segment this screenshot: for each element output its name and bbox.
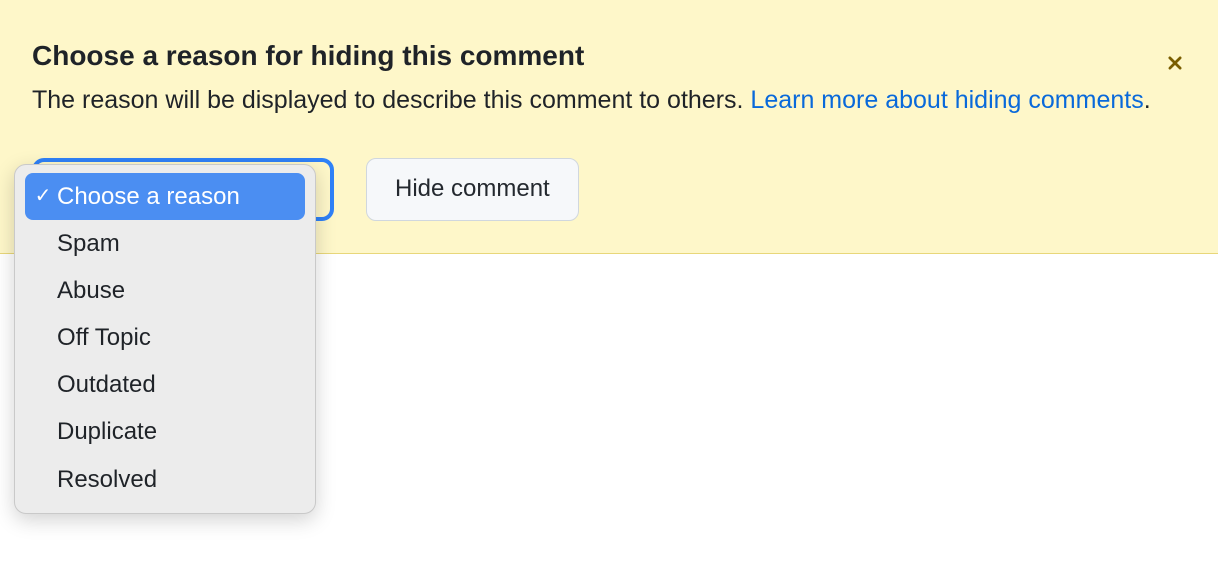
close-icon[interactable] xyxy=(1164,52,1186,74)
reason-select[interactable]: ✓ Choose a reason ✓ Spam ✓ Abuse ✓ Off T… xyxy=(32,158,334,221)
dropdown-option-outdated[interactable]: ✓ Outdated xyxy=(25,361,305,408)
dropdown-option-label: Outdated xyxy=(57,369,156,400)
dropdown-option-off-topic[interactable]: ✓ Off Topic xyxy=(25,314,305,361)
controls-row: ✓ Choose a reason ✓ Spam ✓ Abuse ✓ Off T… xyxy=(32,158,1186,221)
dropdown-option-label: Abuse xyxy=(57,275,125,306)
check-icon: ✓ xyxy=(29,183,57,209)
banner-subtitle: The reason will be displayed to describe… xyxy=(32,82,1186,120)
reason-dropdown-panel: ✓ Choose a reason ✓ Spam ✓ Abuse ✓ Off T… xyxy=(14,164,316,514)
dropdown-option-duplicate[interactable]: ✓ Duplicate xyxy=(25,408,305,455)
dropdown-option-resolved[interactable]: ✓ Resolved xyxy=(25,456,305,503)
dropdown-option-label: Off Topic xyxy=(57,322,151,353)
banner-title: Choose a reason for hiding this comment xyxy=(32,40,1186,72)
subtitle-text: The reason will be displayed to describe… xyxy=(32,86,750,114)
hide-comment-banner: Choose a reason for hiding this comment … xyxy=(0,0,1218,254)
dropdown-option-label: Choose a reason xyxy=(57,181,240,212)
dropdown-option-choose[interactable]: ✓ Choose a reason xyxy=(25,173,305,220)
dropdown-option-abuse[interactable]: ✓ Abuse xyxy=(25,267,305,314)
dropdown-option-spam[interactable]: ✓ Spam xyxy=(25,220,305,267)
dropdown-option-label: Spam xyxy=(57,228,120,259)
learn-more-link[interactable]: Learn more about hiding comments xyxy=(750,86,1143,114)
dropdown-option-label: Resolved xyxy=(57,464,157,495)
subtitle-suffix: . xyxy=(1144,86,1151,114)
hide-comment-button[interactable]: Hide comment xyxy=(366,158,579,221)
dropdown-option-label: Duplicate xyxy=(57,416,157,447)
